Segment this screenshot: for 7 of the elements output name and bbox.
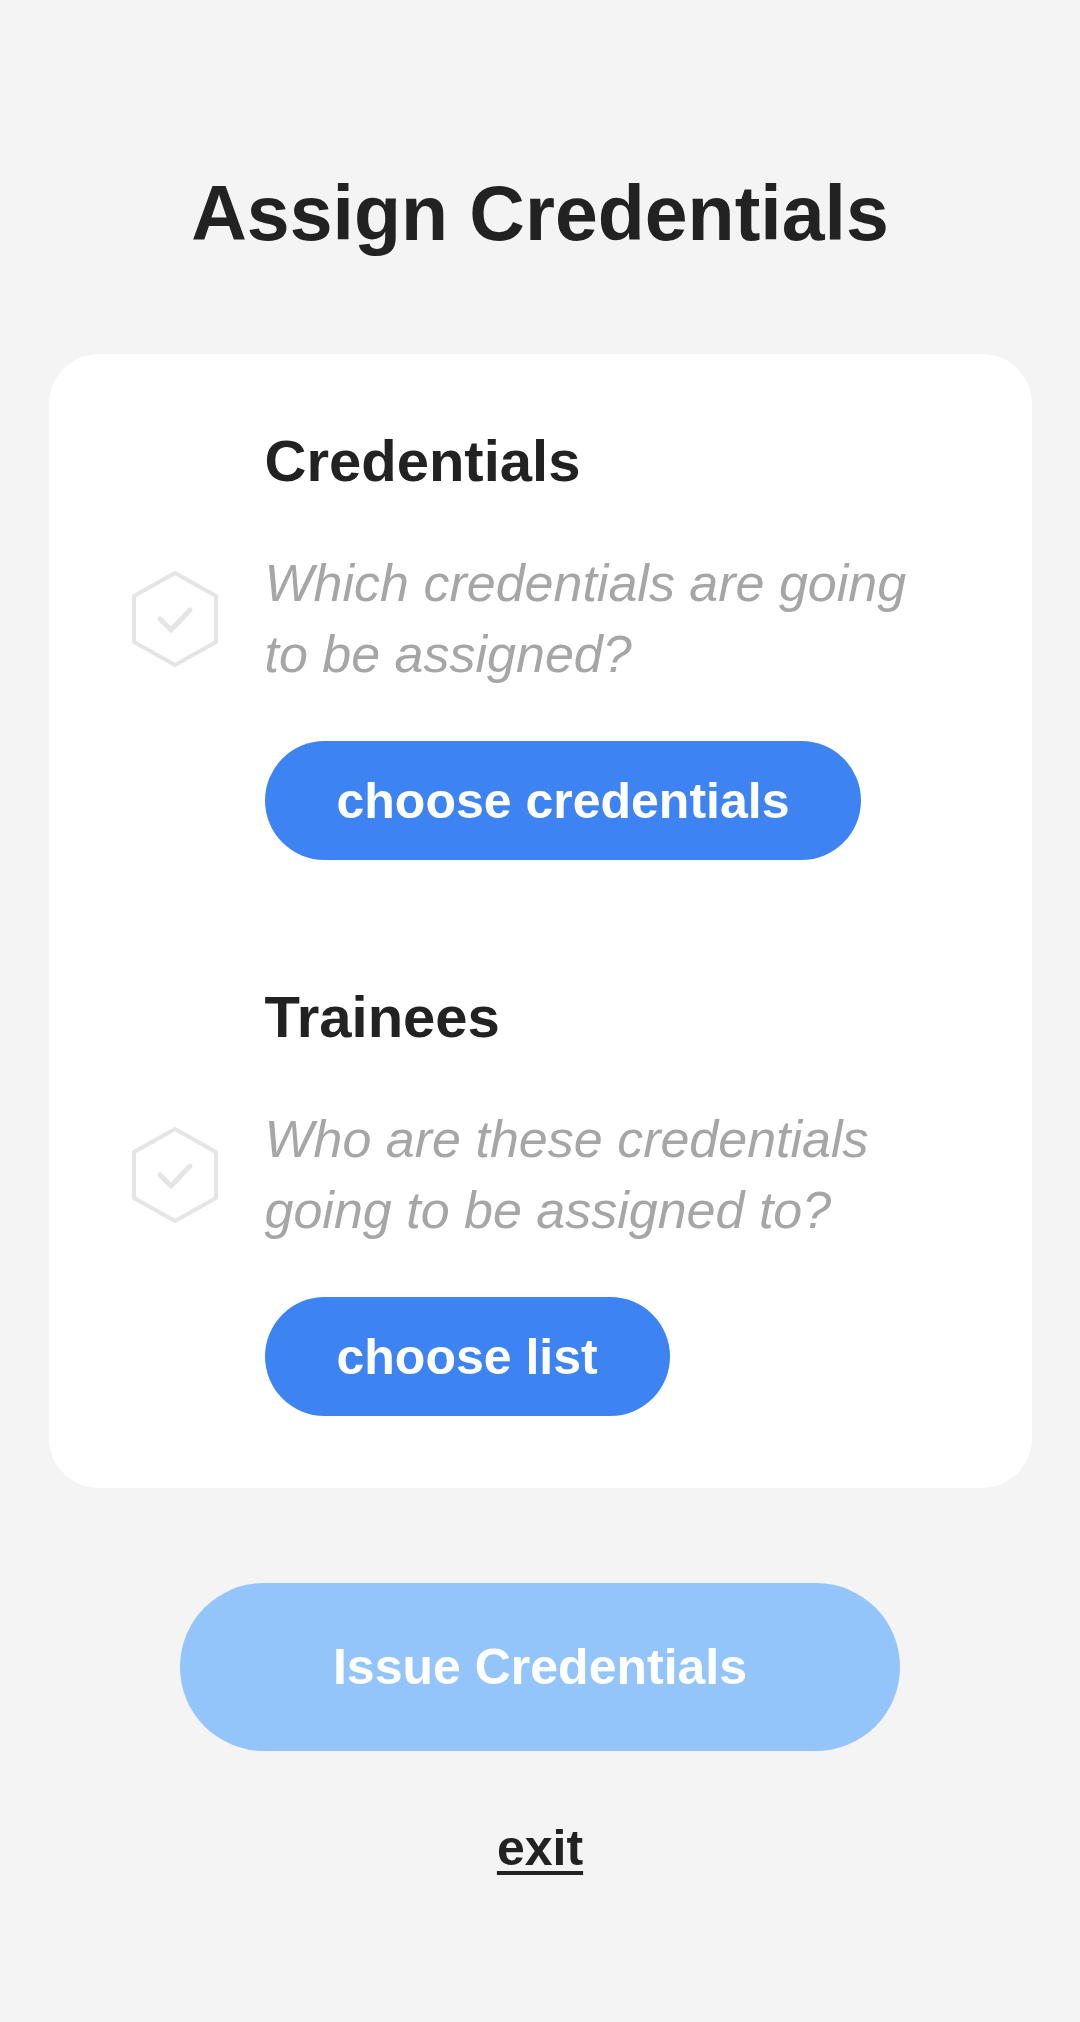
choose-button[interactable]: choose list [264,1297,670,1416]
section-prompt: Which credentials are going to be assigned? [264,553,908,685]
section-heading: Trainees [264,987,500,1047]
exit-link[interactable]: exit [496,1818,584,1878]
choose-button[interactable]: choose credentials [264,741,862,860]
section-heading: Credentials [264,431,581,491]
section-prompt: Who are these credentials going to be assigned to? [264,1109,870,1241]
